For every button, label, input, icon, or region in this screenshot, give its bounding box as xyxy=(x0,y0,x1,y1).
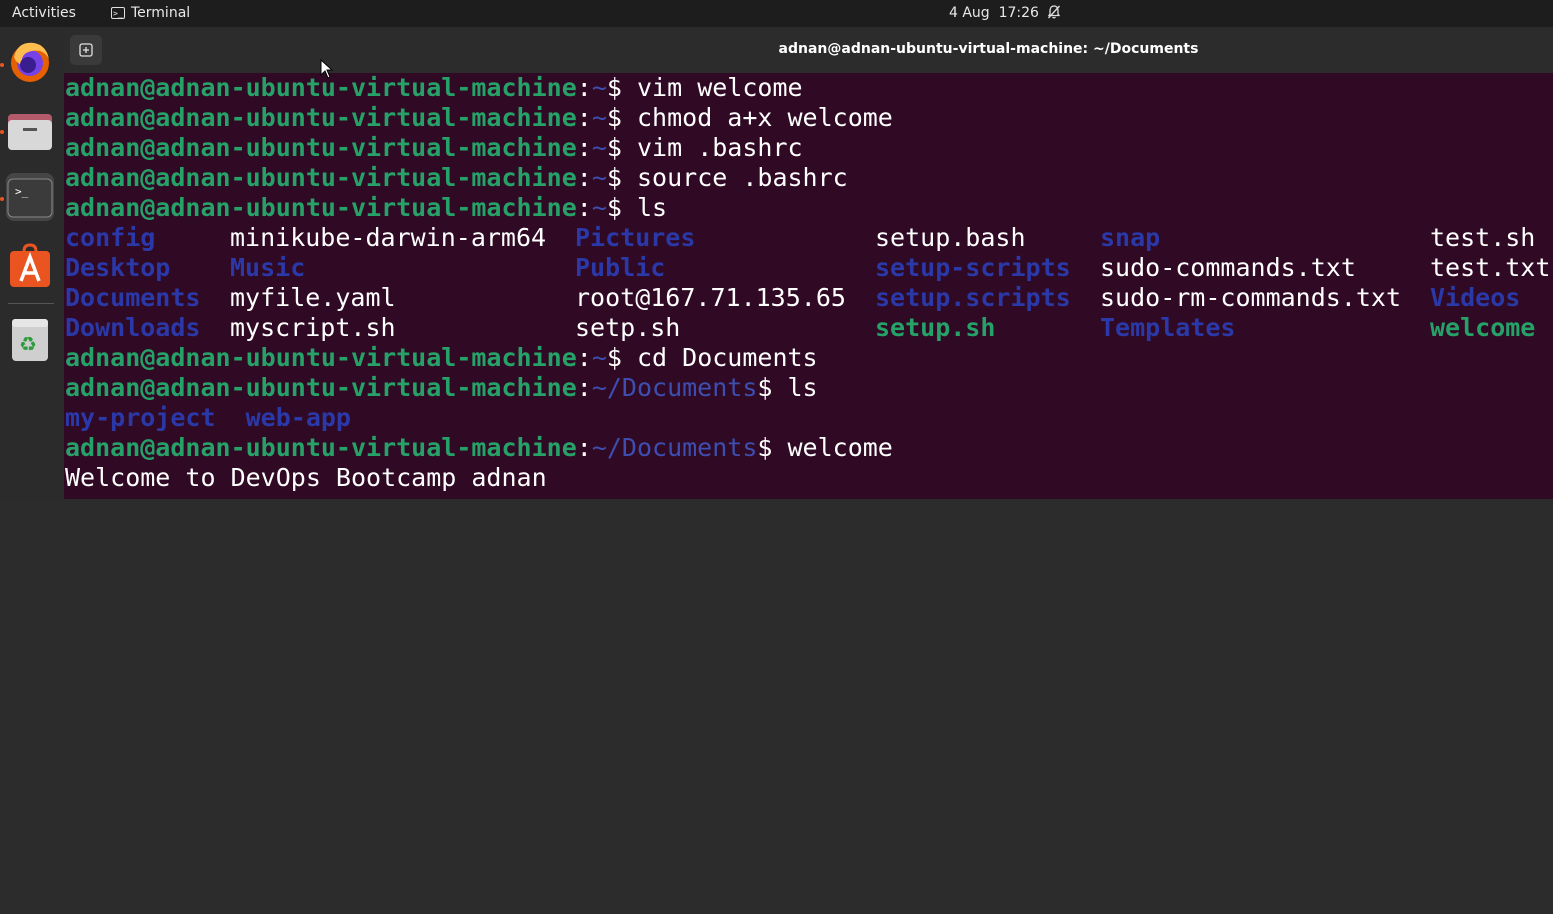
command-text: chmod a+x welcome xyxy=(636,103,893,132)
terminal-icon[interactable]: >_ xyxy=(6,173,54,221)
file-entry: minikube-darwin-arm64 xyxy=(230,223,547,252)
dir-entry: snap xyxy=(1100,223,1161,252)
executable-entry: setup.sh xyxy=(875,313,996,342)
prompt-line: adnan@adnan-ubuntu-virtual-machine:~$ ch… xyxy=(65,103,893,132)
command-text: cd Documents xyxy=(636,343,818,372)
dir-entry: Templates xyxy=(1100,313,1236,342)
dir-entry: Music xyxy=(230,253,306,282)
file-entry: test.txt xyxy=(1430,253,1551,282)
dir-entry: Videos xyxy=(1430,283,1521,312)
terminal-window[interactable]: adnan@adnan-ubuntu-virtual-machine: ~/Do… xyxy=(64,27,1553,499)
svg-text:>_: >_ xyxy=(15,185,29,198)
file-entry: sudo-rm-commands.txt xyxy=(1100,283,1402,312)
ls-row: Desktop Music Public setup-scripts sudo-comm… xyxy=(65,253,1553,283)
prompt-line: adnan@adnan-ubuntu-virtual-machine:~$ cd… xyxy=(65,343,818,372)
title-bar[interactable]: adnan@adnan-ubuntu-virtual-machine: ~/Do… xyxy=(64,27,1553,73)
running-indicator xyxy=(0,197,4,201)
prompt-line: adnan@adnan-ubuntu-virtual-machine:~/Doc… xyxy=(65,433,893,462)
file-entry: test.sh xyxy=(1430,223,1536,252)
dir-entry: Documents xyxy=(65,283,201,312)
file-entry: root@167.71.135.65 xyxy=(575,283,846,312)
trash-icon[interactable]: ♻ xyxy=(6,315,54,363)
terminal-output[interactable]: adnan@adnan-ubuntu-virtual-machine:~$ vi… xyxy=(65,73,1553,499)
top-bar: Activities >_ Terminal 4 Aug 17:26 xyxy=(0,0,1553,27)
app-name: Terminal xyxy=(131,5,191,21)
dir-entry: Desktop xyxy=(65,253,171,282)
executable-entry: welcome xyxy=(1430,313,1536,342)
command-text: vim .bashrc xyxy=(636,133,803,162)
file-entry: setup.bash xyxy=(875,223,1026,252)
running-indicator xyxy=(0,63,4,67)
dir-entry: Downloads xyxy=(65,313,201,342)
files-icon[interactable] xyxy=(6,106,54,154)
command-text: ls xyxy=(636,193,668,222)
command-text: vim welcome xyxy=(636,73,803,102)
prompt-line: adnan@adnan-ubuntu-virtual-machine:~$ ls xyxy=(65,193,668,222)
file-entry: setp.sh xyxy=(575,313,681,342)
dir-entry: Pictures xyxy=(575,223,696,252)
terminal-small-icon: >_ xyxy=(111,7,125,19)
running-indicator xyxy=(0,130,4,134)
prompt-line: adnan@adnan-ubuntu-virtual-machine:~$ so… xyxy=(65,163,848,192)
firefox-icon[interactable] xyxy=(6,37,54,85)
app-center-icon[interactable] xyxy=(6,241,54,289)
activities-button[interactable]: Activities xyxy=(12,5,76,21)
file-entry: myfile.yaml xyxy=(230,283,396,312)
ls-row: Downloads myscript.sh setp.sh setup.sh Templ… xyxy=(65,313,1553,343)
app-menu[interactable]: >_ Terminal xyxy=(111,5,190,21)
prompt-line: adnan@adnan-ubuntu-virtual-machine:~$ vi… xyxy=(65,73,803,102)
dir-entry: config xyxy=(65,223,156,252)
dir-entry: my-project xyxy=(65,403,216,432)
command-text: source .bashrc xyxy=(636,163,848,192)
command-text: ls xyxy=(787,373,818,402)
dir-entry: Public xyxy=(575,253,666,282)
ls-row: Documents myfile.yaml root@167.71.135.65 se… xyxy=(65,283,1553,313)
window-title: adnan@adnan-ubuntu-virtual-machine: ~/Do… xyxy=(778,41,1199,57)
dock-separator xyxy=(8,303,54,304)
date: 4 Aug xyxy=(949,5,990,21)
clock[interactable]: 4 Aug 17:26 xyxy=(949,5,1039,21)
ls-output: my-project web-app xyxy=(65,403,351,433)
file-entry: myscript.sh xyxy=(230,313,396,342)
ls-row: config minikube-darwin-arm64 Pictures setup… xyxy=(65,223,1553,253)
dock: >_ ♻ xyxy=(0,27,64,499)
command-text: welcome xyxy=(787,433,893,462)
time: 17:26 xyxy=(998,5,1039,21)
dir-entry: setup-scripts xyxy=(875,253,1071,282)
bell-muted-icon[interactable] xyxy=(1046,4,1062,24)
prompt-line: adnan@adnan-ubuntu-virtual-machine:~$ vi… xyxy=(65,133,803,162)
prompt-line: adnan@adnan-ubuntu-virtual-machine:~/Doc… xyxy=(65,373,818,402)
svg-text:♻: ♻ xyxy=(19,332,37,356)
program-output: Welcome to DevOps Bootcamp adnan xyxy=(65,463,547,492)
dir-entry: setup.scripts xyxy=(875,283,1071,312)
dir-entry: web-app xyxy=(245,403,351,432)
file-entry: sudo-commands.txt xyxy=(1100,253,1356,282)
